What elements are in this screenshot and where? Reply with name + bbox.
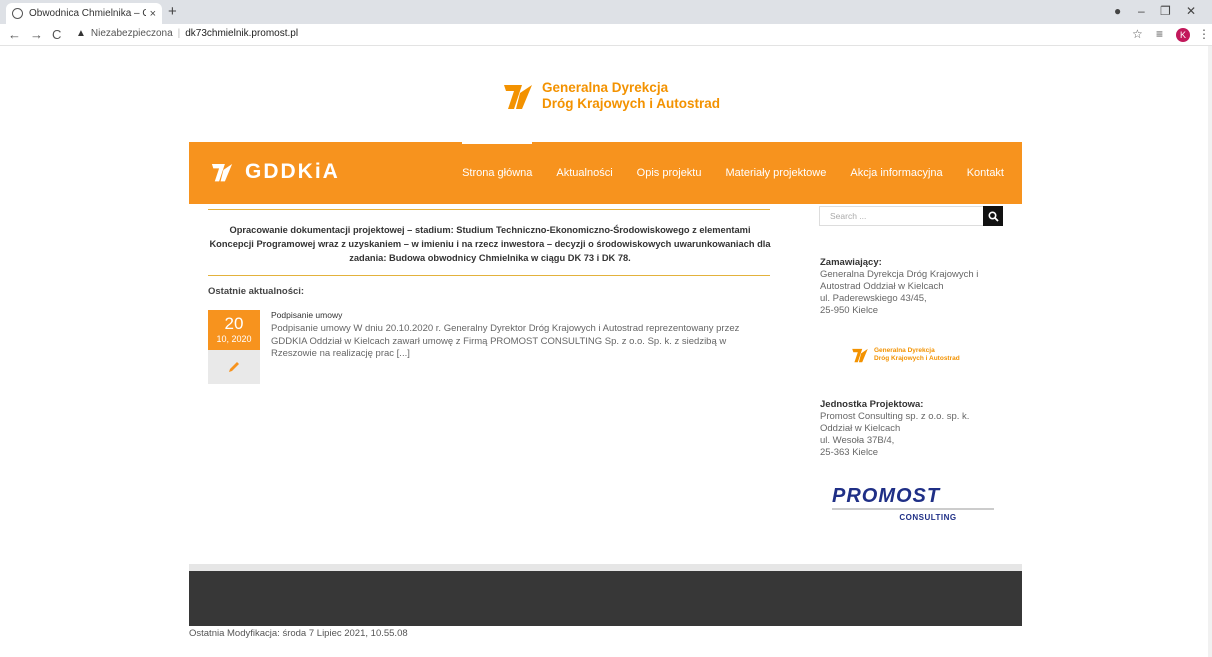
restore-icon[interactable]: ❐ [1160,4,1171,18]
nav-project-materials[interactable]: Materiały projektowe [725,167,826,179]
nav-info-campaign[interactable]: Akcja informacyjna [850,167,942,179]
sidebar-logo-text: Generalna Dyrekcja Dróg Krajowych i Auto… [874,347,960,363]
post-format-box[interactable] [208,350,260,384]
sidebar-logo-line1: Generalna Dyrekcja [874,347,935,354]
client-line: Generalna Dyrekcja Dróg Krajowych i [820,269,979,280]
search-box: Search ... [819,206,1003,226]
tab-close-icon[interactable]: × [150,8,156,20]
back-icon[interactable]: ← [8,27,21,42]
main-menu: Strona główna Aktualności Opis projektu … [438,141,1004,204]
url-separator: | [177,28,181,39]
promost-underline [832,508,994,510]
org-name-line2: Dróg Krajowych i Autostrad [542,96,721,111]
sidebar-logo-line2: Dróg Krajowych i Autostrad [874,355,960,362]
nav-news[interactable]: Aktualności [556,167,612,179]
post-month-year: 10, 2020 [216,334,252,344]
address-bar: ← → C ▲ Niezabezpieczona | dk73chmielnik… [0,24,1212,46]
url-text: dk73chmielnik.promost.pl [185,28,299,39]
bookmark-star-icon[interactable]: ☆ [1132,27,1143,41]
promost-name: PROMOST [832,485,941,507]
browser-tab-bar: Obwodnica Chmielnika – Obwod × + ● – ❐ ✕ [0,0,1212,24]
org-name-line1: Generalna Dyrekcja [542,80,669,95]
profile-avatar[interactable]: K [1176,28,1190,42]
client-line: ul. Paderewskiego 43/45, [820,293,927,304]
search-button[interactable] [983,206,1003,226]
post-title-link[interactable]: Podpisanie umowy [271,310,342,320]
new-tab-button[interactable]: + [168,3,177,21]
globe-icon [12,8,23,19]
client-address: Generalna Dyrekcja Dróg Krajowych i Auto… [820,269,978,317]
unit-line: ul. Wesoła 37B/4, [820,435,895,446]
divider-bottom [208,275,770,276]
security-label: Niezabezpieczona [90,28,173,39]
gddkia-sidebar-logo: Generalna Dyrekcja Dróg Krajowych i Auto… [850,346,960,364]
project-intro: Opracowanie dokumentacji projektowej – s… [209,225,771,263]
gddkia-white-mark-icon [211,164,233,182]
tab-title: Obwodnica Chmielnika – Obwod [29,8,146,19]
profile-dot-icon[interactable]: ● [1114,4,1121,18]
pencil-icon [229,362,239,372]
forward-icon[interactable]: → [30,27,43,42]
design-unit-address: Promost Consulting sp. z o.o. sp. k. Odd… [820,411,969,459]
reload-icon[interactable]: C [52,27,61,42]
browser-tab[interactable]: Obwodnica Chmielnika – Obwod × [6,3,162,24]
latest-news-heading: Ostatnie aktualności: [208,286,305,297]
page-scrollbar[interactable] [1208,46,1212,657]
minimize-icon[interactable]: – [1138,4,1145,18]
client-line: 25-950 Kielce [820,305,879,316]
unit-line: 25-363 Kielce [820,447,879,458]
gddkia-header-logo[interactable]: Generalna Dyrekcja Dróg Krajowych i Auto… [500,80,720,112]
org-name: Generalna Dyrekcja Dróg Krajowych i Auto… [542,80,720,112]
footer [189,571,1022,626]
search-icon [987,210,999,222]
nav-project-description[interactable]: Opis projektu [637,167,702,179]
promost-logo: PROMOST CONSULTING [832,486,994,522]
promost-sub: CONSULTING [899,513,957,522]
post-date-badge: 20 10, 2020 [208,310,260,350]
nav-contact[interactable]: Kontakt [967,167,1004,179]
last-modified: Ostatnia Modyfikacja: środa 7 Lipiec 202… [189,628,408,639]
search-input[interactable]: Search ... [830,211,866,221]
client-line: Autostrad Oddział w Kielcach [820,281,944,292]
unit-line: Oddział w Kielcach [820,423,901,434]
gddkia-mark-icon [504,85,532,109]
url-field[interactable]: ▲ Niezabezpieczona | dk73chmielnik.promo… [76,28,298,39]
warning-icon: ▲ [76,28,86,39]
reading-list-icon[interactable]: ≡ [1156,27,1163,41]
footer-top-strip [189,564,1022,571]
post-excerpt: Podpisanie umowy W dniu 20.10.2020 r. Ge… [271,323,740,359]
browser-menu-icon[interactable]: ⋮ [1198,27,1210,41]
nav-home[interactable]: Strona główna [462,141,533,179]
gddkia-small-mark-icon [852,348,868,363]
divider-top [208,209,770,210]
main-navbar: GDDKiA Strona główna Aktualności Opis pr… [189,141,1022,204]
site-brand[interactable]: GDDKiA [209,160,340,184]
window-close-icon[interactable]: ✕ [1186,4,1196,18]
design-unit-heading: Jednostka Projektowa: [820,399,924,410]
unit-line: Promost Consulting sp. z o.o. sp. k. [820,411,970,422]
client-heading: Zamawiający: [820,257,882,268]
brand-text: GDDKiA [245,160,340,183]
post-day: 20 [224,314,244,333]
